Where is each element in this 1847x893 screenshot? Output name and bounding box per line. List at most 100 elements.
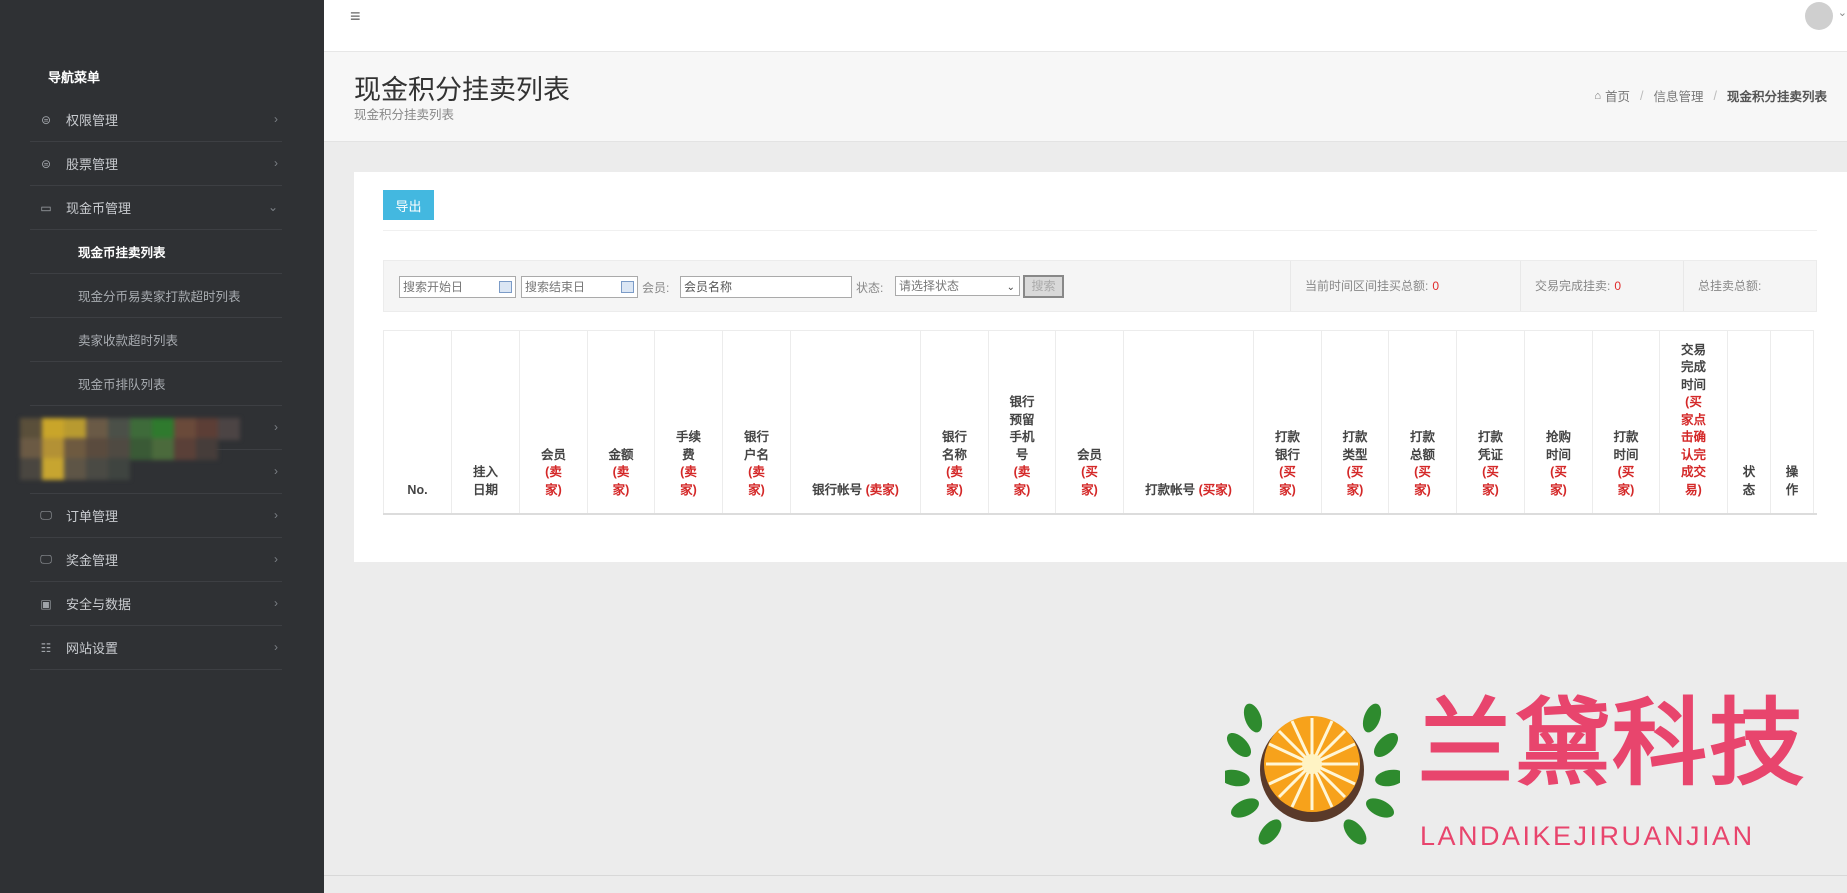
col-trade-complete-time: 交易完成时间 (买家点击确认完成交易) (1659, 330, 1728, 514)
breadcrumb-separator: / (1640, 88, 1644, 103)
page-subtitle: 现金积分挂卖列表 (354, 108, 455, 122)
sliders-icon: ☷ (40, 640, 52, 655)
sidebar-item-label: 权限管理 (66, 113, 119, 128)
redacted-mosaic (20, 418, 240, 480)
monitor-icon: 🖵 (40, 508, 52, 522)
top-navbar: ≡ ⌄ (324, 0, 1847, 52)
end-date-placeholder: 搜索结束日 (525, 280, 586, 294)
chevron-right-icon: › (274, 156, 278, 170)
col-buyer-payment-voucher: 打款凭证 (买家) (1456, 330, 1525, 514)
col-seller-bank-name: 银行名称 (卖家) (920, 330, 989, 514)
col-buyer-payment-bank: 打款银行 (买家) (1253, 330, 1322, 514)
chevron-right-icon: › (274, 508, 278, 522)
col-seller-account-name: 银行户名 (卖家) (722, 330, 791, 514)
member-placeholder: 会员名称 (684, 280, 733, 294)
breadcrumb: ⌂ 首页 / 信息管理 / 现金积分挂卖列表 (1594, 86, 1827, 105)
col-buyer-grab-time: 抢购时间 (买家) (1524, 330, 1593, 514)
sidebar-item-stock[interactable]: ⊜ 股票管理 › (30, 142, 282, 186)
sidebar-item-privilege[interactable]: ⊜ 权限管理 › (30, 98, 282, 142)
privilege-icon: ⊜ (40, 112, 52, 127)
col-no: No. (383, 330, 452, 514)
col-buyer-payment-account: 打款帐号 (买家) (1123, 330, 1254, 514)
period-total-label: 当前时间区间挂买总额: (1305, 279, 1429, 293)
col-buyer-payment-time: 打款时间 (买家) (1592, 330, 1660, 514)
filter-bar: 搜索开始日 搜索结束日 会员: 会员名称 状态: 请选择状态 ⌄ 搜索 当前时间… (383, 260, 1817, 312)
cash-coin-icon: ▭ (40, 200, 52, 215)
sidebar-item-cash-coin[interactable]: ▭ 现金币管理 ⌄ (30, 186, 282, 230)
brand-watermark: 兰黛科技 (1418, 691, 1807, 797)
nav-list: ⊜ 权限管理 › ⊜ 股票管理 › ▭ 现金币管理 ⌄ 现金币挂卖列表 现金分币… (30, 98, 282, 670)
sidebar-item-label: 奖金管理 (66, 553, 119, 568)
stock-icon: ⊜ (40, 156, 52, 171)
period-total-stat: 当前时间区间挂买总额: 0 (1290, 261, 1520, 311)
chevron-right-icon: › (274, 464, 278, 478)
col-seller-amount: 金额 (卖家) (587, 330, 655, 514)
avatar[interactable] (1805, 2, 1833, 30)
chevron-right-icon: › (274, 596, 278, 610)
breadcrumb-separator: / (1713, 88, 1717, 103)
calendar-icon[interactable] (621, 281, 634, 293)
sidebar-item-orders[interactable]: 🖵 订单管理 › (30, 494, 282, 538)
home-icon: ⌂ (1594, 89, 1601, 102)
col-buyer-payment-total: 打款总额 (买家) (1388, 330, 1457, 514)
end-date-input[interactable]: 搜索结束日 (521, 276, 638, 298)
member-input[interactable]: 会员名称 (680, 276, 852, 298)
status-label: 状态: (856, 281, 884, 295)
completed-value: 0 (1614, 279, 1622, 293)
wallet-icon: ▣ (40, 596, 52, 611)
chevron-right-icon: › (274, 420, 278, 434)
page-title: 现金积分挂卖列表 (354, 75, 570, 105)
chevron-down-icon: ⌄ (267, 200, 278, 214)
sidebar-subitem-seller-payment-timeout[interactable]: 现金分币易卖家打款超时列表 (30, 274, 282, 318)
sidebar-item-label: 安全与数据 (66, 597, 132, 612)
total-stat: 总挂卖总额: (1683, 261, 1817, 311)
start-date-input[interactable]: 搜索开始日 (399, 276, 516, 298)
col-buyer-member: 会员 (买家) (1055, 330, 1124, 514)
chevron-right-icon: › (274, 552, 278, 566)
nav-header: 导航菜单 (48, 70, 101, 85)
sidebar-item-bonus[interactable]: 🖵 奖金管理 › (30, 538, 282, 582)
sidebar-item-site-settings[interactable]: ☷ 网站设置 › (30, 626, 282, 670)
period-total-value: 0 (1432, 279, 1440, 293)
completed-stat: 交易完成挂卖: 0 (1520, 261, 1683, 311)
member-label: 会员: (642, 281, 670, 295)
content-panel: 导出 搜索开始日 搜索结束日 会员: 会员名称 状态: 请选择状态 ⌄ 搜索 当… (354, 172, 1847, 562)
sidebar: 导航菜单 ⊜ 权限管理 › ⊜ 股票管理 › ▭ 现金币管理 ⌄ 现金币挂卖列表… (0, 0, 324, 893)
col-buyer-payment-type: 打款类型 (买家) (1321, 330, 1389, 514)
sidebar-item-label: 现金币管理 (66, 201, 132, 216)
brand-watermark-sub: LANDAIKEJIRUANJIAN (1420, 821, 1755, 851)
chevron-down-icon[interactable]: ⌄ (1838, 6, 1847, 19)
footer-divider (324, 875, 1847, 876)
sell-list-table: No. 挂入日期 会员 (卖家) 金额 (卖家) 手续费 (卖家) 银行户名 (卖家) … (383, 330, 1814, 514)
chevron-down-icon: ⌄ (1006, 282, 1015, 293)
status-selected-value: 请选择状态 (899, 279, 960, 293)
breadcrumb-home-link[interactable]: 首页 (1605, 86, 1630, 105)
breadcrumb-current: 现金积分挂卖列表 (1726, 90, 1827, 104)
divider (383, 230, 1817, 231)
status-select[interactable]: 请选择状态 ⌄ (895, 276, 1020, 296)
col-seller-account-no: 银行帐号 (卖家) (790, 330, 921, 514)
sidebar-item-label: 网站设置 (66, 641, 119, 656)
page-heading: 现金积分挂卖列表 现金积分挂卖列表 ⌂ 首页 / 信息管理 / 现金积分挂卖列表 (324, 52, 1847, 142)
sidebar-item-security-data[interactable]: ▣ 安全与数据 › (30, 582, 282, 626)
col-actions: 操作 (1770, 330, 1814, 514)
completed-label: 交易完成挂卖: (1535, 279, 1611, 293)
col-seller-member: 会员 (卖家) (519, 330, 588, 514)
calendar-icon[interactable] (499, 281, 512, 293)
menu-toggle-icon[interactable]: ≡ (350, 6, 361, 27)
search-button[interactable]: 搜索 (1023, 275, 1064, 298)
col-seller-fee: 手续费 (卖家) (654, 330, 723, 514)
table-header-row: No. 挂入日期 会员 (卖家) 金额 (卖家) 手续费 (卖家) 银行户名 (卖家) … (383, 330, 1814, 514)
sidebar-subitem-cash-coin-queue[interactable]: 现金币排队列表 (30, 362, 282, 406)
sidebar-subitem-seller-receipt-timeout[interactable]: 卖家收款超时列表 (30, 318, 282, 362)
breadcrumb-info-link[interactable]: 信息管理 (1653, 86, 1703, 105)
col-status: 状态 (1727, 330, 1771, 514)
sidebar-item-label: 订单管理 (66, 509, 119, 524)
sidebar-item-label: 股票管理 (66, 157, 119, 172)
sidebar-subitem-cash-coin-sell-list[interactable]: 现金币挂卖列表 (30, 230, 282, 274)
chevron-right-icon: › (274, 640, 278, 654)
col-entry-date: 挂入日期 (451, 330, 520, 514)
start-date-placeholder: 搜索开始日 (403, 280, 464, 294)
export-button[interactable]: 导出 (383, 190, 434, 220)
brand-laurel-logo (1225, 703, 1400, 845)
